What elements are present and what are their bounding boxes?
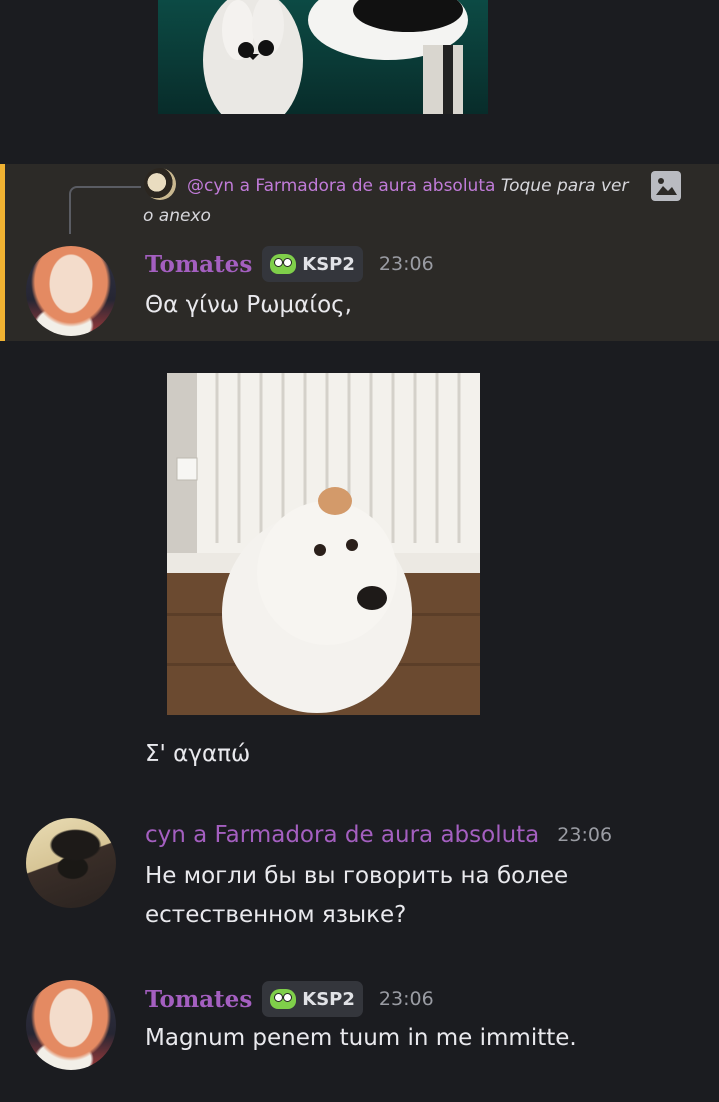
message-text: Θα γίνω Ρωμαίος, xyxy=(145,292,352,318)
role-badge[interactable]: KSP2 xyxy=(262,981,363,1017)
message-timestamp: 23:06 xyxy=(378,253,434,275)
username-tomates[interactable]: Tomates xyxy=(145,251,252,278)
attached-image-dog[interactable] xyxy=(167,373,480,715)
role-badge[interactable]: KSP2 xyxy=(262,246,363,282)
frog-icon xyxy=(270,254,297,274)
username-cyn[interactable]: cyn a Farmadora de aura absoluta xyxy=(145,822,539,848)
message-header: Tomates KSP2 23:06 xyxy=(145,246,434,282)
frog-icon xyxy=(270,989,297,1009)
message-text-followup: Σ' αγαπώ xyxy=(145,741,251,767)
message-header-cyn: cyn a Farmadora de aura absoluta 23:06 xyxy=(145,822,612,848)
role-badge-label: KSP2 xyxy=(302,253,355,275)
message-timestamp: 23:06 xyxy=(378,988,434,1010)
image-icon[interactable] xyxy=(651,171,681,201)
message-text-cyn-line1: Не могли бы вы говорить на более xyxy=(145,863,569,889)
reply-preview[interactable]: @cyn a Farmadora de aura absoluta Toque … xyxy=(143,171,643,231)
attached-image-top[interactable] xyxy=(158,0,488,114)
message-text-cyn-line2: естественном языке? xyxy=(145,902,407,928)
role-badge-label: KSP2 xyxy=(302,988,355,1010)
avatar-cyn[interactable] xyxy=(26,818,116,908)
avatar-tomates[interactable] xyxy=(26,246,116,336)
username-tomates[interactable]: Tomates xyxy=(145,986,252,1013)
message-text-tomates: Magnum penem tuum in me immitte. xyxy=(145,1025,577,1051)
dog-photo-illustration xyxy=(167,373,480,715)
message-header-tomates: Tomates KSP2 23:06 xyxy=(145,981,434,1017)
mention-highlight-bar xyxy=(0,164,5,341)
top-image-illustration xyxy=(203,0,468,114)
avatar-tomates[interactable] xyxy=(26,980,116,1070)
reply-connector xyxy=(69,186,141,234)
message-timestamp: 23:06 xyxy=(557,824,613,846)
reply-mention[interactable]: @cyn a Farmadora de aura absoluta xyxy=(187,176,495,196)
